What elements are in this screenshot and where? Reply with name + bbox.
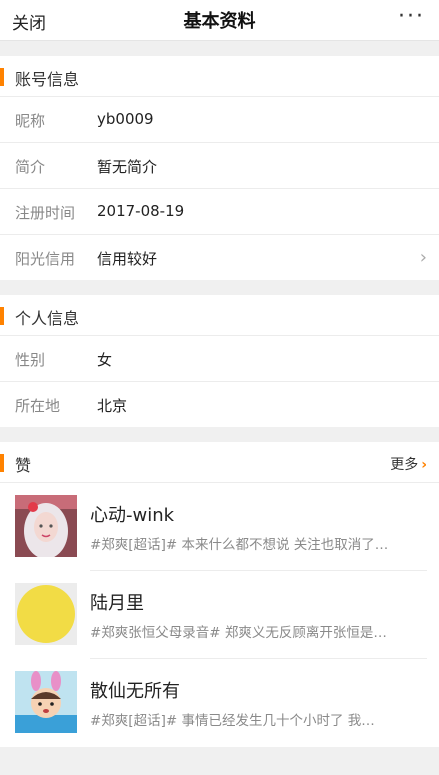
row-key: 阳光信用: [15, 250, 76, 268]
row-value: 北京: [97, 397, 128, 415]
row-key: 所在地: [15, 397, 61, 415]
accent-bar: [0, 454, 4, 472]
post-snippet: #郑爽[超话]# 本来什么都不想说 关注也取消了…: [90, 537, 389, 553]
personal-info-section: 个人信息 性别 女 所在地 北京: [0, 295, 439, 427]
avatar: [15, 583, 77, 645]
section-header: 赞 更多 ›: [0, 442, 439, 483]
row-value: 2017-08-19: [97, 202, 185, 220]
accent-bar: [0, 307, 4, 325]
user-name: 陆月里: [90, 593, 144, 614]
top-bar: 关闭 基本资料 ···: [0, 0, 439, 41]
row-key: 注册时间: [15, 204, 76, 222]
user-name: 心动-wink: [90, 505, 175, 526]
info-row-location: 所在地 北京: [0, 382, 439, 427]
row-key: 昵称: [15, 112, 46, 130]
post-snippet: #郑爽张恒父母录音# 郑爽义无反顾离开张恒是…: [90, 625, 387, 641]
info-row-nickname: 昵称 yb0009: [0, 97, 439, 143]
list-item[interactable]: 散仙无所有 #郑爽[超话]# 事情已经发生几十个小时了 我…: [0, 659, 439, 747]
row-value: 信用较好: [97, 250, 158, 268]
row-key: 性别: [15, 351, 46, 369]
post-snippet: #郑爽[超话]# 事情已经发生几十个小时了 我…: [90, 713, 375, 729]
likes-section: 赞 更多› 心动-wink #郑爽[超话]# 本来什么都不想说 关注也取消了…: [0, 442, 439, 747]
page-title: 基本资料: [183, 11, 256, 32]
account-info-section: 账号信息 昵称 yb0009 简介 暂无简介 注册时间 2017-08-19 阳…: [0, 56, 439, 280]
section-header: 账号信息: [0, 56, 439, 97]
likes-more-link[interactable]: 更多 ›: [390, 454, 427, 474]
user-name: 散仙无所有: [90, 681, 180, 702]
info-row-register-time: 注册时间 2017-08-19: [0, 189, 439, 235]
list-item[interactable]: 陆月里 #郑爽张恒父母录音# 郑爽义无反顾离开张恒是…: [0, 571, 439, 659]
row-value: yb0009: [97, 110, 154, 128]
section-title: 个人信息: [15, 309, 80, 328]
list-item[interactable]: 心动-wink #郑爽[超话]# 本来什么都不想说 关注也取消了…: [0, 483, 439, 571]
avatar: [15, 495, 77, 557]
section-title: 赞: [15, 456, 32, 475]
section-title: 账号信息: [15, 70, 80, 89]
row-value: 暂无简介: [97, 158, 158, 176]
info-row-bio: 简介 暂无简介: [0, 143, 439, 189]
more-label: 更多: [390, 457, 419, 473]
chevron-right-icon: ›: [421, 457, 427, 473]
info-row-credit[interactable]: 阳光信用 信用较好 ›: [0, 235, 439, 280]
chevron-right-icon: ›: [419, 247, 427, 268]
avatar: [15, 671, 77, 733]
row-key: 简介: [15, 158, 46, 176]
section-header: 个人信息: [0, 295, 439, 336]
info-row-gender: 性别 女: [0, 336, 439, 382]
accent-bar: [0, 68, 4, 86]
row-value: 女: [97, 351, 113, 369]
more-options-button[interactable]: ···: [398, 4, 425, 29]
